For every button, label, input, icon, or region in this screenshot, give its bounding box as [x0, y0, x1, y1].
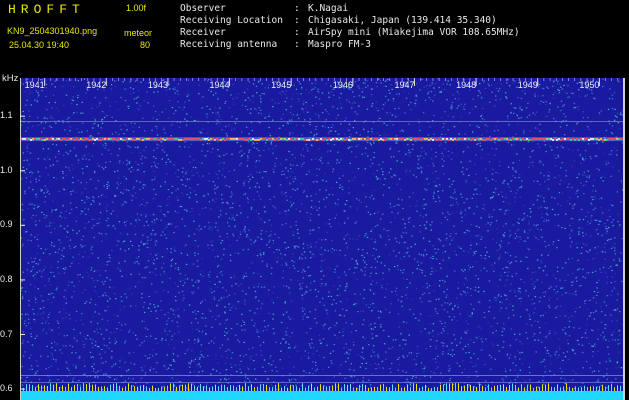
baseline-band: [20, 391, 624, 400]
info-key-observer: Observer: [180, 3, 226, 14]
x-tick-label: 1947: [394, 80, 415, 90]
datetime-label: 25.04.30 19:40: [9, 40, 70, 50]
info-value-receiver: AirSpy mini (Miakejima VOR 108.65MHz): [308, 27, 520, 38]
info-key-receiver: Receiver: [180, 27, 226, 38]
x-tick-label: 1945: [271, 80, 292, 90]
x-tick-label: 1944: [209, 80, 230, 90]
x-tick-label: 1942: [86, 80, 107, 90]
y-tick-label: 0.9: [0, 219, 13, 230]
y-tick-label: 1.1: [0, 110, 13, 121]
x-tick-label: 1950: [579, 80, 600, 90]
filename-label: KN9_2504301940.png: [7, 26, 98, 36]
y-tick-label: 0.8: [0, 273, 13, 284]
y-axis-unit-label: kHz: [2, 73, 19, 84]
spectrogram-svg: [20, 78, 624, 400]
x-tick-label: 1949: [517, 80, 538, 90]
info-value-antenna: Maspro FM-3: [308, 39, 371, 50]
mode-value: 80: [140, 40, 151, 50]
app-title: HROFFT: [8, 2, 85, 17]
info-colon: :: [294, 39, 300, 50]
x-tick-label: 1948: [456, 80, 477, 90]
spectrogram-background: [20, 78, 624, 400]
info-colon: :: [294, 3, 300, 14]
info-key-antenna: Receiving antenna: [180, 39, 278, 50]
info-key-location: Receiving Location: [180, 15, 283, 26]
y-tick-label: 1.0: [0, 164, 13, 175]
mode-label: meteor: [124, 28, 153, 38]
version-label: 1.00f: [126, 3, 147, 13]
y-tick-label: 0.7: [0, 328, 13, 339]
info-colon: :: [294, 15, 300, 26]
x-tick-label: 1941: [24, 80, 45, 90]
right-axis-line: [623, 78, 625, 400]
header-panel: HROFFT 1.00f KN9_2504301940.png meteor 2…: [0, 0, 629, 78]
x-tick-label: 1943: [147, 80, 168, 90]
info-colon: :: [294, 27, 300, 38]
info-value-location: Chigasaki, Japan (139.414 35.340): [308, 15, 497, 26]
x-tick-label: 1946: [332, 80, 353, 90]
y-tick-label: 0.6: [0, 383, 13, 394]
spectrogram-plot: [20, 78, 624, 400]
info-value-observer: K.Nagai: [308, 3, 349, 14]
